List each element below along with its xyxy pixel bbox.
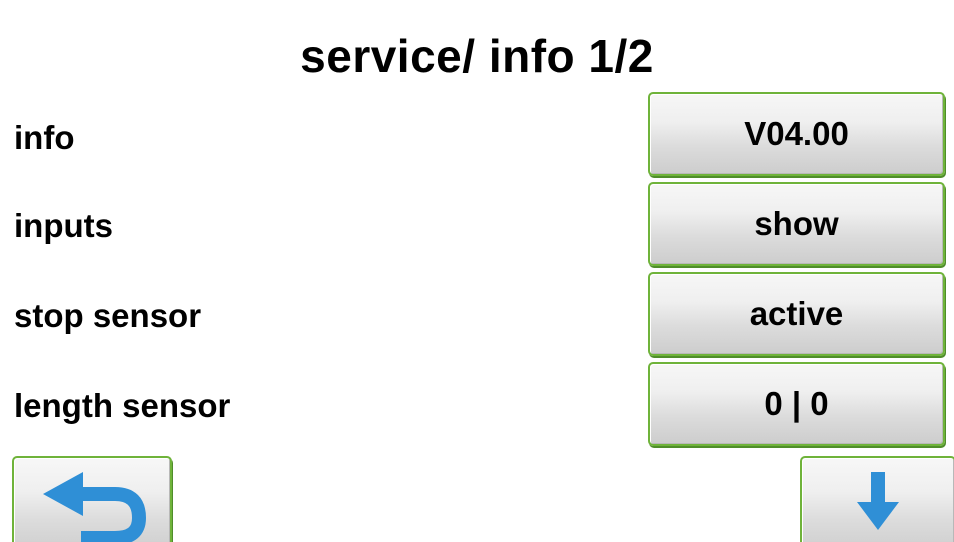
stop-sensor-value: active bbox=[749, 295, 844, 332]
length-sensor-value: 0 | 0 bbox=[764, 385, 829, 422]
info-label: info bbox=[14, 119, 75, 156]
inputs-show-button[interactable]: show bbox=[648, 182, 945, 266]
return-arrow-icon bbox=[43, 472, 146, 542]
info-version-value: V04.00 bbox=[744, 115, 849, 152]
inputs-show-value: show bbox=[754, 205, 839, 242]
page-title: service/ info 1/2 bbox=[300, 30, 654, 82]
length-sensor-label: length sensor bbox=[14, 387, 231, 424]
inputs-label: inputs bbox=[14, 207, 113, 244]
stop-sensor-label: stop sensor bbox=[14, 297, 202, 334]
info-version-button[interactable]: V04.00 bbox=[648, 92, 945, 176]
scroll-down-button[interactable] bbox=[800, 456, 954, 542]
length-sensor-button[interactable]: 0 | 0 bbox=[648, 362, 945, 446]
arrow-down-icon bbox=[857, 472, 899, 530]
stop-sensor-button[interactable]: active bbox=[648, 272, 945, 356]
back-button[interactable] bbox=[12, 456, 172, 542]
